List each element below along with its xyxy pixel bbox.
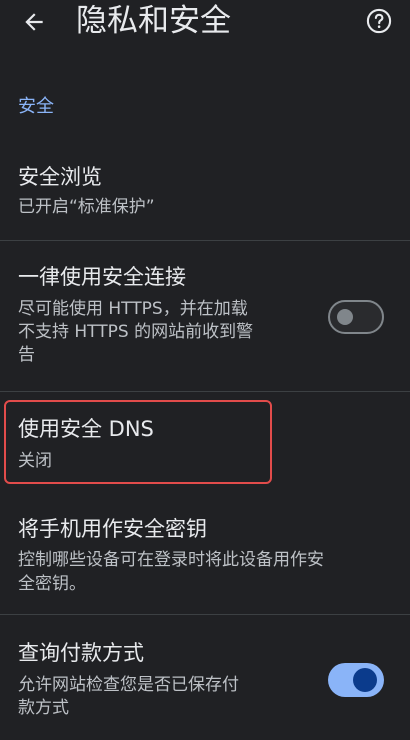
- highlight-box: [4, 400, 272, 484]
- toggle-knob: [353, 668, 377, 692]
- setting-phone-security-key[interactable]: 将手机用作安全密钥 控制哪些设备可在登录时将此设备用作安 全密钥。: [0, 512, 410, 602]
- app-bar: 隐私和安全: [0, 0, 410, 44]
- setting-subtitle-line: 控制哪些设备可在登录时将此设备用作安: [18, 550, 324, 570]
- setting-subtitle-line: 不支持 HTTPS 的网站前收到警: [18, 322, 254, 342]
- payment-methods-toggle[interactable]: [328, 663, 384, 697]
- divider: [0, 614, 410, 615]
- help-circle-icon: [366, 8, 392, 34]
- section-header-security: 安全: [18, 96, 54, 117]
- setting-always-secure-connections[interactable]: 一律使用安全连接 尽可能使用 HTTPS，并在加载 不支持 HTTPS 的网站前…: [0, 258, 410, 378]
- divider: [0, 240, 410, 241]
- setting-title: 安全浏览: [18, 165, 102, 189]
- setting-subtitle-line: 尽可能使用 HTTPS，并在加载: [18, 299, 248, 319]
- secure-connections-toggle[interactable]: [328, 300, 384, 334]
- setting-safe-browsing[interactable]: 安全浏览 已开启“标准保护”: [0, 158, 410, 238]
- page-title: 隐私和安全: [76, 3, 231, 39]
- setting-title: 查询付款方式: [18, 641, 144, 665]
- setting-title: 将手机用作安全密钥: [18, 517, 207, 541]
- setting-subtitle: 已开启“标准保护”: [18, 197, 155, 217]
- toggle-knob: [337, 309, 353, 325]
- arrow-back-icon: [25, 13, 43, 31]
- divider: [0, 391, 410, 392]
- help-button[interactable]: [362, 4, 396, 38]
- setting-subtitle-line: 允许网站检查您是否已保存付: [18, 675, 239, 695]
- setting-subtitle-line: 全密钥。: [18, 574, 86, 594]
- setting-check-payment-methods[interactable]: 查询付款方式 允许网站检查您是否已保存付 款方式: [0, 636, 410, 736]
- setting-title: 一律使用安全连接: [18, 265, 186, 289]
- setting-subtitle-line: 款方式: [18, 698, 69, 718]
- back-button[interactable]: [14, 2, 54, 42]
- setting-subtitle-line: 告: [18, 345, 35, 365]
